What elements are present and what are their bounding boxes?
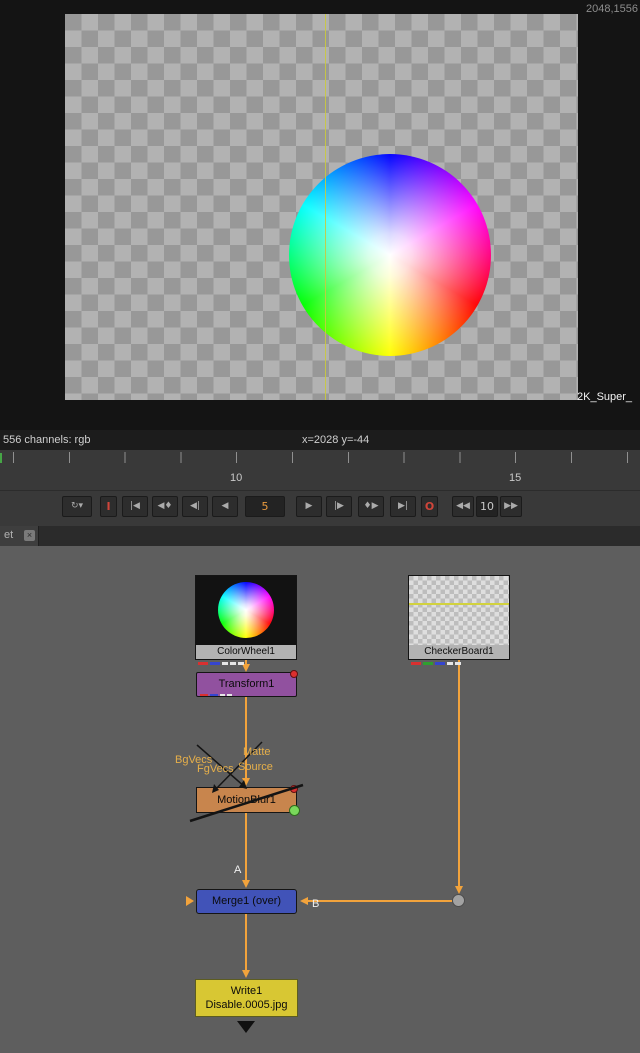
node-write1[interactable]: Write1 Disable.0005.jpg [195, 979, 298, 1017]
out-point-button[interactable]: O [421, 496, 438, 517]
wire-colorwheel-to-transform[interactable] [242, 659, 250, 672]
playback-mode-button[interactable]: ↻▾ [62, 496, 92, 517]
viewer-format-label: 2K_Super_ [577, 391, 632, 403]
node-name-label: CheckerBoard1 [409, 645, 509, 659]
node-dot[interactable] [452, 894, 465, 907]
prev-keyframe-button[interactable]: ◀♦ [152, 496, 178, 517]
viewer-panel: 2048,1556 2K_Super_ [0, 0, 640, 430]
panel-tab-bar: et × [0, 526, 640, 546]
node-name-label: Write1 [196, 984, 297, 998]
channel-strips [200, 694, 232, 696]
node-transform1[interactable]: Transform1 [196, 672, 297, 697]
merge-input-a-label: A [234, 864, 241, 876]
step-back-button[interactable]: ◀| [182, 496, 208, 517]
colorwheel-image [289, 154, 491, 356]
cursor-coordinates: x=2028 y=-44 [302, 434, 369, 446]
merge-hidden-input-arrow[interactable] [186, 896, 194, 906]
go-to-end-button[interactable]: ▶| [390, 496, 416, 517]
wire-checkerboard-to-dot[interactable] [455, 659, 463, 894]
node-name-label: MotionBlur1 [217, 794, 276, 806]
viewer-resolution-label: 2048,1556 [586, 3, 638, 15]
channel-strips [198, 662, 244, 665]
tick-label-15: 15 [509, 472, 521, 484]
colorwheel-thumbnail [196, 576, 296, 645]
play-forward-button[interactable]: ▶ [296, 496, 322, 517]
node-motionblur1[interactable]: MotionBlur1 [196, 787, 297, 813]
tab-label: et [4, 529, 13, 541]
next-keyframe-button[interactable]: ♦▶ [358, 496, 384, 517]
play-backward-button[interactable]: ◀ [212, 496, 238, 517]
thumbnail-scanline [409, 603, 509, 605]
tab-node-graph[interactable]: et × [0, 526, 39, 546]
colorwheel-thumb-image [218, 582, 274, 638]
skip-forward-button[interactable]: ▶▶ [500, 496, 522, 517]
channel-strips [411, 662, 461, 665]
node-checkerboard1[interactable]: CheckerBoard1 [408, 575, 510, 660]
node-colorwheel1[interactable]: ColorWheel1 [195, 575, 297, 660]
merge-input-b-label: B [312, 898, 319, 910]
wire-dot-to-merge-b[interactable] [300, 897, 452, 905]
node-graph[interactable]: ColorWheel1 CheckerBoard1 Transform1 [0, 546, 640, 1053]
nuke-window: 2048,1556 2K_Super_ 556 channels: rgb x=… [0, 0, 640, 1053]
timeline-ruler[interactable]: 10 15 [0, 450, 640, 490]
write-output-arrow [237, 1021, 255, 1033]
close-icon[interactable]: × [24, 530, 35, 541]
transport-bar: ↻▾ I |◀ ◀♦ ◀| ◀ 5 ▶ |▶ ♦▶ ▶| O ◀◀ 10 ▶▶ [0, 490, 640, 527]
node-name-label: Merge1 (over) [212, 895, 281, 907]
input-label-fgvecs: FgVecs [197, 763, 234, 775]
error-indicator-icon [290, 785, 298, 793]
frame-increment-field[interactable]: 10 [476, 496, 498, 517]
input-label-matte: Matte [243, 746, 271, 758]
step-forward-button[interactable]: |▶ [326, 496, 352, 517]
node-name-label: ColorWheel1 [196, 645, 296, 659]
go-to-start-button[interactable]: |◀ [122, 496, 148, 517]
in-point-button[interactable]: I [100, 496, 117, 517]
skip-back-button[interactable]: ◀◀ [452, 496, 474, 517]
wire-motionblur-to-merge[interactable] [242, 813, 250, 888]
current-frame-field[interactable]: 5 [245, 496, 285, 517]
viewer-status-bar: 556 channels: rgb x=2028 y=-44 [0, 430, 640, 450]
tick-label-10: 10 [230, 472, 242, 484]
channels-status: 556 channels: rgb [3, 434, 90, 446]
error-indicator-icon [290, 670, 298, 678]
node-name-label: Transform1 [219, 678, 275, 690]
viewer-canvas[interactable] [65, 14, 578, 400]
viewer-cursor-line [325, 14, 326, 400]
wire-merge-to-write[interactable] [242, 914, 250, 978]
framebuffer-indicator-icon [289, 805, 300, 816]
checkerboard-thumbnail [409, 576, 509, 645]
timeline-ticks [0, 452, 640, 463]
node-merge1[interactable]: Merge1 (over) [196, 889, 297, 914]
write-filename-label: Disable.0005.jpg [196, 998, 297, 1012]
node-wires [0, 546, 640, 1053]
input-label-source: Source [238, 761, 273, 773]
